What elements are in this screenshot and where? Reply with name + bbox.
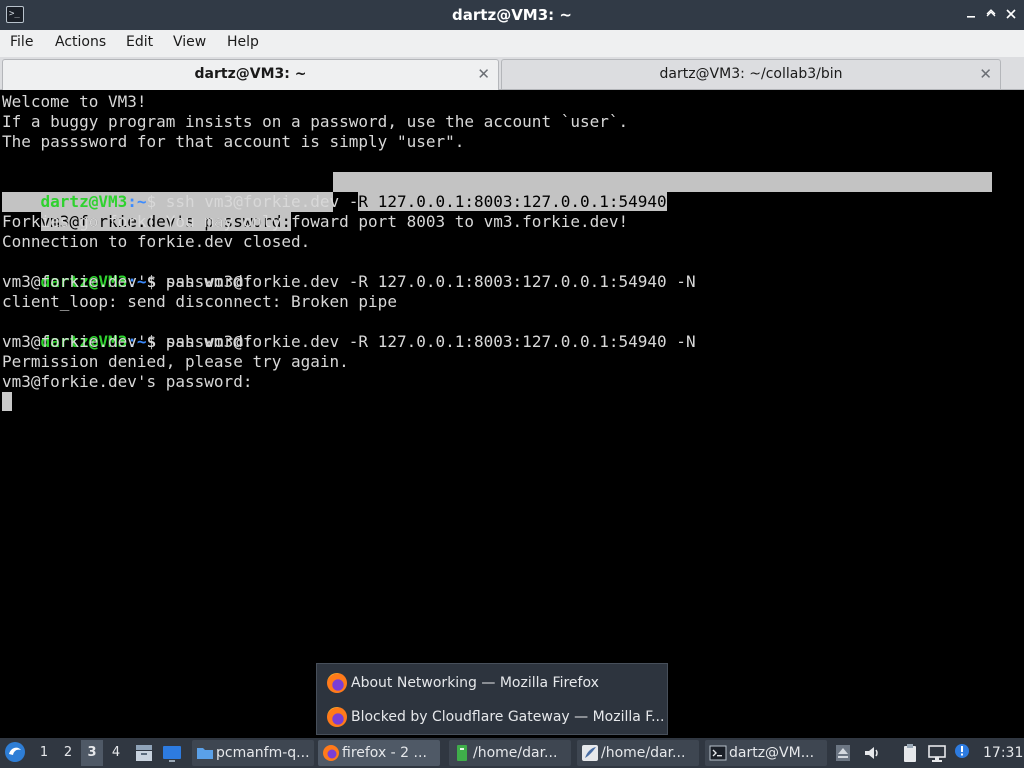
terminal-prompt-line: dartz@VM3:~$ ssh vm3@forkie.dev -R 127.0…: [2, 312, 696, 351]
taskbar: 1 2 3 4 pcmanfm-q... firefox - 2 ... /ho…: [0, 738, 1024, 768]
popup-item-about-networking[interactable]: About Networking — Mozilla Firefox: [317, 666, 667, 700]
text-editor-icon: [453, 744, 469, 762]
menu-actions[interactable]: Actions: [55, 30, 106, 57]
terminal-prompt-line: dartz@VM3:~$ ssh vm3@forkie.dev -R 127.0…: [2, 252, 696, 291]
firefox-icon: [322, 744, 339, 762]
workspace-2[interactable]: 2: [57, 740, 79, 766]
window-title: dartz@VM3: ~: [452, 6, 572, 24]
terminal-line: The passsword for that account is simply…: [2, 132, 465, 151]
tab-close-icon[interactable]: ✕: [477, 60, 490, 88]
window-titlebar[interactable]: >_ dartz@VM3: ~: [0, 0, 1024, 30]
popup-item-label: About Networking — Mozilla Firefox: [351, 675, 599, 691]
feather-icon: [581, 744, 598, 762]
workspace-3[interactable]: 3: [81, 740, 103, 766]
minimize-icon[interactable]: [962, 6, 980, 24]
tab-home[interactable]: dartz@VM3: ~ ✕: [2, 59, 499, 90]
task-terminal[interactable]: dartz@VM...: [705, 740, 827, 766]
terminal-line: client_loop: send disconnect: Broken pip…: [2, 292, 397, 311]
terminal-line: vm3@forkie.dev's password:: [2, 332, 253, 351]
task-label: dartz@VM...: [729, 745, 815, 761]
update-icon[interactable]: [953, 741, 973, 761]
task-firefox[interactable]: firefox - 2 ...: [318, 740, 440, 766]
popup-item-label: Blocked by Cloudflare Gateway — Mozilla …: [351, 709, 665, 725]
terminal-line: Permission denied, please try again.: [2, 352, 349, 371]
menu-view[interactable]: View: [173, 30, 206, 57]
task-home-editor[interactable]: /home/dar...: [449, 740, 571, 766]
task-pcmanfm[interactable]: pcmanfm-q...: [192, 740, 314, 766]
eject-icon[interactable]: [834, 743, 852, 763]
selected-text: R 127.0.0.1:8003:127.0.0.1:54940: [358, 192, 667, 211]
window-list-popup: About Networking — Mozilla Firefox Block…: [316, 663, 668, 735]
network-icon[interactable]: [927, 743, 947, 763]
start-menu-icon[interactable]: [4, 741, 28, 765]
task-label: pcmanfm-q...: [216, 745, 310, 761]
workspace-1[interactable]: 1: [33, 740, 55, 766]
terminal-line: Welcome to VM3!: [2, 92, 147, 111]
task-label: /home/dar...: [473, 745, 558, 761]
firefox-icon: [327, 707, 347, 727]
tab-bar: dartz@VM3: ~ ✕ dartz@VM3: ~/collab3/bin …: [0, 57, 1024, 90]
terminal-line: vm3@forkie.dev's password:: [2, 192, 291, 231]
terminal-line: vm3@forkie.dev's password:: [2, 372, 253, 391]
tab-label: dartz@VM3: ~/collab3/bin: [659, 66, 843, 82]
menu-help[interactable]: Help: [227, 30, 259, 57]
task-label: firefox - 2 ...: [342, 745, 427, 761]
workspace-4[interactable]: 4: [105, 740, 127, 766]
tab-close-icon[interactable]: ✕: [979, 60, 992, 88]
terminal-prompt-line: dartz@VM3:~$ ssh vm3@forkie.dev -R 127.0…: [2, 172, 667, 211]
folder-icon: [196, 744, 213, 762]
menu-bar: File Actions Edit View Help: [0, 30, 1024, 57]
close-icon[interactable]: [1002, 6, 1020, 24]
terminal-line: Forkies go fork! You may only foward por…: [2, 212, 629, 231]
terminal-line: vm3@forkie.dev's password:: [2, 272, 253, 291]
terminal-output[interactable]: Welcome to VM3! If a buggy program insis…: [0, 90, 1024, 738]
show-desktop-icon[interactable]: [162, 743, 182, 763]
terminal-line: If a buggy program insists on a password…: [2, 112, 629, 131]
volume-icon[interactable]: [862, 743, 882, 763]
firefox-icon: [327, 673, 347, 693]
terminal-icon: [709, 744, 727, 762]
popup-item-blocked-cloudflare[interactable]: Blocked by Cloudflare Gateway — Mozilla …: [317, 700, 667, 734]
terminal-cursor: [2, 392, 12, 411]
maximize-icon[interactable]: [982, 6, 1000, 24]
task-home-feather[interactable]: /home/dar...: [577, 740, 699, 766]
file-manager-icon[interactable]: [134, 743, 154, 763]
menu-file[interactable]: File: [10, 30, 33, 57]
menu-edit[interactable]: Edit: [126, 30, 153, 57]
tab-label: dartz@VM3: ~: [194, 66, 307, 82]
tab-collab3-bin[interactable]: dartz@VM3: ~/collab3/bin ✕: [501, 59, 1001, 89]
task-label: /home/dar...: [601, 745, 686, 761]
clipboard-icon[interactable]: [900, 743, 920, 763]
terminal-line: Connection to forkie.dev closed.: [2, 232, 311, 251]
clock[interactable]: 17:31: [983, 738, 1023, 768]
